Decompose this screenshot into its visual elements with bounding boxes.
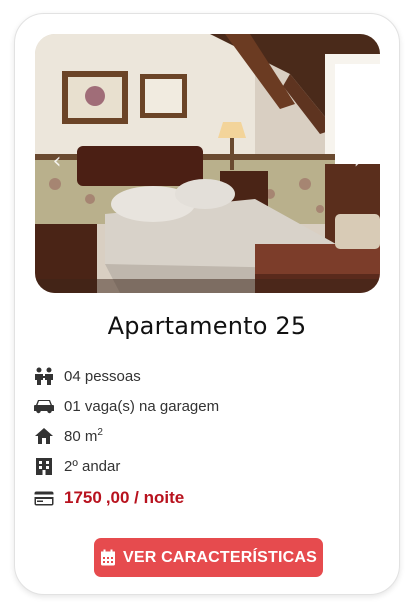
- apartment-photo[interactable]: ‹ ›: [35, 34, 380, 293]
- area-text: 80 m2: [64, 426, 103, 445]
- car-icon: [33, 397, 55, 415]
- floor-text: 2º andar: [64, 457, 121, 475]
- feature-area: 80 m2: [33, 425, 103, 447]
- feature-people: 04 pessoas: [33, 365, 141, 387]
- feature-price: 1750,00 / noite: [33, 487, 184, 509]
- calendar-icon: [100, 549, 116, 566]
- people-icon: [33, 367, 55, 385]
- parking-text: 01 vaga(s) na garagem: [64, 397, 220, 415]
- feature-parking: 01 vaga(s) na garagem: [33, 395, 219, 417]
- chevron-right-icon[interactable]: ›: [348, 151, 368, 173]
- building-icon: [33, 457, 55, 475]
- apartment-card: ‹ › Apartamento 25 04 pessoas 01 vaga(s)…: [14, 13, 400, 595]
- view-features-button[interactable]: VER CARACTERÍSTICAS: [94, 538, 323, 577]
- home-icon: [33, 427, 55, 445]
- bedroom-photo-image: [35, 34, 380, 293]
- view-features-label: VER CARACTERÍSTICAS: [122, 548, 318, 566]
- people-text: 04 pessoas: [64, 367, 141, 385]
- feature-floor: 2º andar: [33, 455, 120, 477]
- apartment-title: Apartamento 25: [107, 312, 307, 340]
- chevron-left-icon[interactable]: ‹: [47, 151, 67, 173]
- price-text: 1750,00 / noite: [64, 488, 185, 507]
- credit-card-icon: [33, 489, 55, 507]
